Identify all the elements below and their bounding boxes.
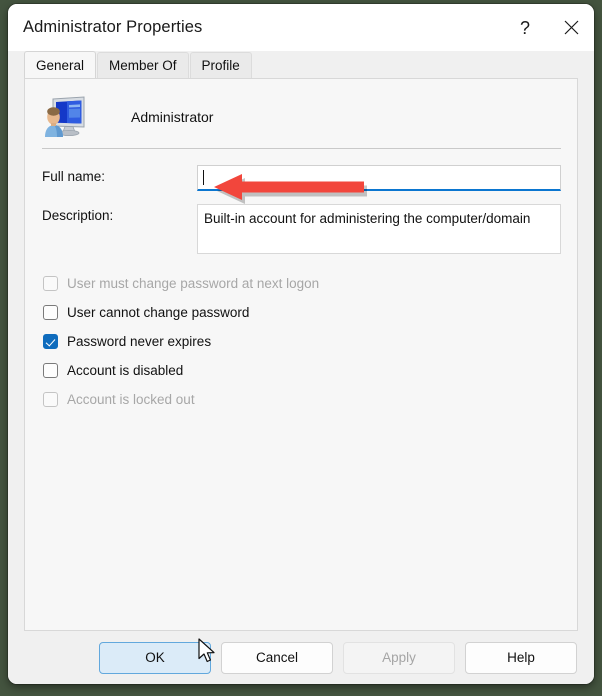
- checkbox-label-must-change-password: User must change password at next logon: [67, 276, 320, 291]
- checkbox-password-never-expires[interactable]: [43, 334, 58, 349]
- account-header: Administrator: [25, 79, 577, 141]
- help-button[interactable]: ?: [502, 4, 548, 51]
- full-name-label: Full name:: [42, 169, 106, 184]
- checkbox-must-change-password: [43, 276, 58, 291]
- button-bar: OK Cancel Apply Help: [8, 631, 594, 684]
- checkbox-account-is-disabled[interactable]: [43, 363, 58, 378]
- checkbox-account-is-locked-out: [43, 392, 58, 407]
- checkbox-label-account-is-locked-out: Account is locked out: [67, 392, 195, 407]
- checkbox-cannot-change-password[interactable]: [43, 305, 58, 320]
- checkbox-label-account-is-disabled: Account is disabled: [67, 363, 184, 378]
- checkbox-list: User must change password at next logon …: [25, 267, 577, 412]
- title-bar: Administrator Properties ?: [8, 4, 594, 51]
- field-row-full-name: Full name:: [42, 165, 561, 191]
- tab-profile[interactable]: Profile: [189, 52, 252, 78]
- text-caret: [203, 170, 204, 185]
- form-area: Full name: Description: Built-in account…: [25, 149, 577, 254]
- field-row-description: Description: Built-in account for admini…: [42, 204, 561, 254]
- help-footer-button[interactable]: Help: [465, 641, 577, 674]
- title-bar-buttons: ?: [502, 4, 594, 51]
- dialog-title: Administrator Properties: [23, 18, 203, 36]
- tab-member-of[interactable]: Member Of: [97, 52, 189, 78]
- tab-general[interactable]: General: [24, 51, 97, 78]
- description-input[interactable]: Built-in account for administering the c…: [197, 204, 561, 254]
- dialog-window: Administrator Properties ? General Membe…: [8, 4, 594, 684]
- cancel-button[interactable]: Cancel: [221, 641, 333, 674]
- checkbox-row-cannot-change-password[interactable]: User cannot change password: [43, 300, 577, 325]
- checkbox-row-account-is-locked-out: Account is locked out: [43, 387, 577, 412]
- question-mark-icon: ?: [519, 17, 530, 38]
- close-button[interactable]: [548, 4, 594, 51]
- tab-panel-general: Administrator Full name: Description: Bu…: [24, 78, 578, 631]
- ok-button[interactable]: OK: [99, 641, 211, 674]
- tab-strip: General Member Of Profile: [8, 51, 594, 78]
- checkbox-row-account-is-disabled[interactable]: Account is disabled: [43, 358, 577, 383]
- apply-button: Apply: [343, 641, 455, 674]
- user-monitor-icon: [39, 93, 87, 141]
- account-name-label: Administrator: [131, 109, 214, 125]
- checkbox-row-must-change-password: User must change password at next logon: [43, 271, 577, 296]
- close-icon: [564, 20, 579, 35]
- full-name-input[interactable]: [197, 165, 561, 191]
- checkbox-label-cannot-change-password: User cannot change password: [67, 305, 250, 320]
- checkbox-label-password-never-expires: Password never expires: [67, 334, 212, 349]
- description-label: Description:: [42, 208, 114, 223]
- checkbox-row-password-never-expires[interactable]: Password never expires: [43, 329, 577, 354]
